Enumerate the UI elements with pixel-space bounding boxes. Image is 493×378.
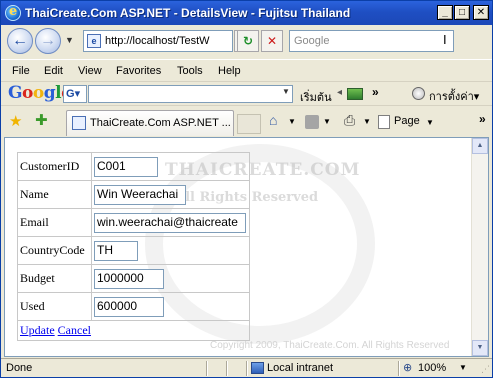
table-row: Name Win Weerachai xyxy=(17,180,250,209)
status-text: Done xyxy=(6,362,33,374)
search-input[interactable]: Google xyxy=(289,30,454,52)
google-toolbar: Google G▾ ▼ เริ่มต้น ◂ » การตั้งค่า▾ xyxy=(1,81,492,105)
stop-button[interactable]: ✕ xyxy=(261,30,283,52)
table-row: CountryCode TH xyxy=(17,236,250,265)
google-image-icon[interactable] xyxy=(347,88,363,100)
field-label-name: Name xyxy=(17,180,92,209)
address-url[interactable]: http://localhost/TestW xyxy=(105,35,232,47)
update-link[interactable]: Update xyxy=(20,323,55,337)
countrycode-input[interactable]: TH xyxy=(94,240,138,261)
google-arrow-icon[interactable]: ◂ xyxy=(337,87,342,98)
page-menu-icon[interactable] xyxy=(378,115,390,129)
customerid-input[interactable]: C001 xyxy=(94,156,158,177)
menu-help[interactable]: Help xyxy=(218,65,241,77)
refresh-button[interactable]: ↻ xyxy=(237,30,259,52)
google-search-input[interactable] xyxy=(88,85,293,103)
page-dropdown-icon[interactable]: ▼ xyxy=(426,118,434,127)
tab-bar: ★ ✚ ThaiCreate.Com ASP.NET ... ⌂ ▼ ▼ ⎙ ▼… xyxy=(1,105,492,137)
new-tab-button[interactable] xyxy=(237,114,261,134)
status-divider xyxy=(206,361,208,376)
forward-button[interactable]: → xyxy=(35,28,61,54)
status-divider xyxy=(246,361,248,376)
field-label-email: Email xyxy=(17,208,92,237)
status-bar: Done Local intranet ⊕ 100% ▼ ⋰ xyxy=(1,358,492,377)
history-dropdown-icon[interactable]: ▼ xyxy=(65,35,74,45)
resize-grip-icon[interactable]: ⋰ xyxy=(481,364,490,375)
browser-window: ThaiCreate.Com ASP.NET - DetailsView - F… xyxy=(0,0,493,378)
table-row: Email win.weerachai@thaicreate xyxy=(17,208,250,237)
page-icon: e xyxy=(87,34,101,48)
name-input[interactable]: Win Weerachai xyxy=(94,184,186,205)
page-menu-button[interactable]: Page xyxy=(394,115,420,127)
back-button[interactable]: ← xyxy=(7,28,33,54)
google-start-button[interactable]: เริ่มต้น xyxy=(300,88,332,106)
copyright-watermark: Copyright 2009, ThaiCreate.Com. All Righ… xyxy=(210,340,450,351)
table-row: Update Cancel xyxy=(17,320,250,341)
text-cursor-icon: I xyxy=(443,32,447,47)
toolbar-more-button[interactable]: » xyxy=(479,112,486,126)
email-input[interactable]: win.weerachai@thaicreate xyxy=(94,212,246,233)
feeds-dropdown-icon[interactable]: ▼ xyxy=(323,117,331,126)
field-label-customerid: CustomerID xyxy=(17,152,92,181)
minimize-button[interactable]: _ xyxy=(437,5,453,20)
window-title: ThaiCreate.Com ASP.NET - DetailsView - F… xyxy=(25,6,351,20)
address-bar-row: ← → ▼ e http://localhost/TestW ▼ ↻ ✕ Goo… xyxy=(1,25,492,59)
menu-file[interactable]: File xyxy=(12,65,30,77)
add-favorites-icon[interactable]: ✚ xyxy=(35,111,48,129)
google-more-button[interactable]: » xyxy=(372,85,379,99)
cancel-link[interactable]: Cancel xyxy=(58,323,91,337)
zoom-dropdown-icon[interactable]: ▼ xyxy=(459,363,467,372)
internet-explorer-icon xyxy=(5,4,21,21)
budget-input[interactable]: 1000000 xyxy=(94,268,164,289)
tab-title: ThaiCreate.Com ASP.NET ... xyxy=(90,117,231,129)
menu-bar: File Edit View Favorites Tools Help xyxy=(1,59,492,81)
scroll-up-icon[interactable]: ▲ xyxy=(472,138,488,154)
google-logo: Google xyxy=(8,83,72,103)
menu-favorites[interactable]: Favorites xyxy=(116,65,161,77)
print-icon[interactable]: ⎙ xyxy=(344,112,355,129)
zoom-icon[interactable]: ⊕ xyxy=(403,361,412,374)
security-zone[interactable]: Local intranet xyxy=(267,362,333,374)
home-dropdown-icon[interactable]: ▼ xyxy=(288,117,296,126)
print-dropdown-icon[interactable]: ▼ xyxy=(363,117,371,126)
feeds-icon[interactable] xyxy=(305,115,319,129)
table-row: CustomerID C001 xyxy=(17,152,250,181)
maximize-button[interactable]: □ xyxy=(454,5,470,20)
used-input[interactable]: 600000 xyxy=(94,296,164,317)
vertical-scrollbar[interactable]: ▲ ▼ xyxy=(471,138,488,356)
page-content: THAICREATE.COM All Rights Reserved Copyr… xyxy=(4,137,489,357)
field-label-budget: Budget xyxy=(17,264,92,293)
details-view-table: CustomerID C001 Name Win Weerachai Email… xyxy=(17,152,250,341)
field-label-used: Used xyxy=(17,292,92,321)
address-field[interactable]: e http://localhost/TestW xyxy=(83,30,233,52)
intranet-zone-icon xyxy=(251,362,264,374)
tab-page-icon xyxy=(72,116,86,130)
google-search-type-dropdown[interactable]: G▾ xyxy=(63,85,87,103)
status-divider xyxy=(398,361,400,376)
table-row: Budget 1000000 xyxy=(17,264,250,293)
scroll-down-icon[interactable]: ▼ xyxy=(472,340,488,356)
close-button[interactable]: ✕ xyxy=(473,5,489,20)
field-label-countrycode: CountryCode xyxy=(17,236,92,265)
tab-thaicreate[interactable]: ThaiCreate.Com ASP.NET ... xyxy=(66,110,234,136)
zoom-level[interactable]: 100% xyxy=(418,362,446,374)
menu-edit[interactable]: Edit xyxy=(44,65,63,77)
home-icon[interactable]: ⌂ xyxy=(269,112,277,128)
title-bar[interactable]: ThaiCreate.Com ASP.NET - DetailsView - F… xyxy=(1,1,492,25)
google-settings-button[interactable]: การตั้งค่า▾ xyxy=(429,87,479,105)
table-row: Used 600000 xyxy=(17,292,250,321)
menu-view[interactable]: View xyxy=(78,65,102,77)
settings-icon[interactable] xyxy=(412,87,425,100)
favorites-star-icon[interactable]: ★ xyxy=(9,112,22,130)
google-search-dropdown-icon[interactable]: ▼ xyxy=(282,87,290,96)
menu-tools[interactable]: Tools xyxy=(177,65,203,77)
status-divider xyxy=(226,361,228,376)
